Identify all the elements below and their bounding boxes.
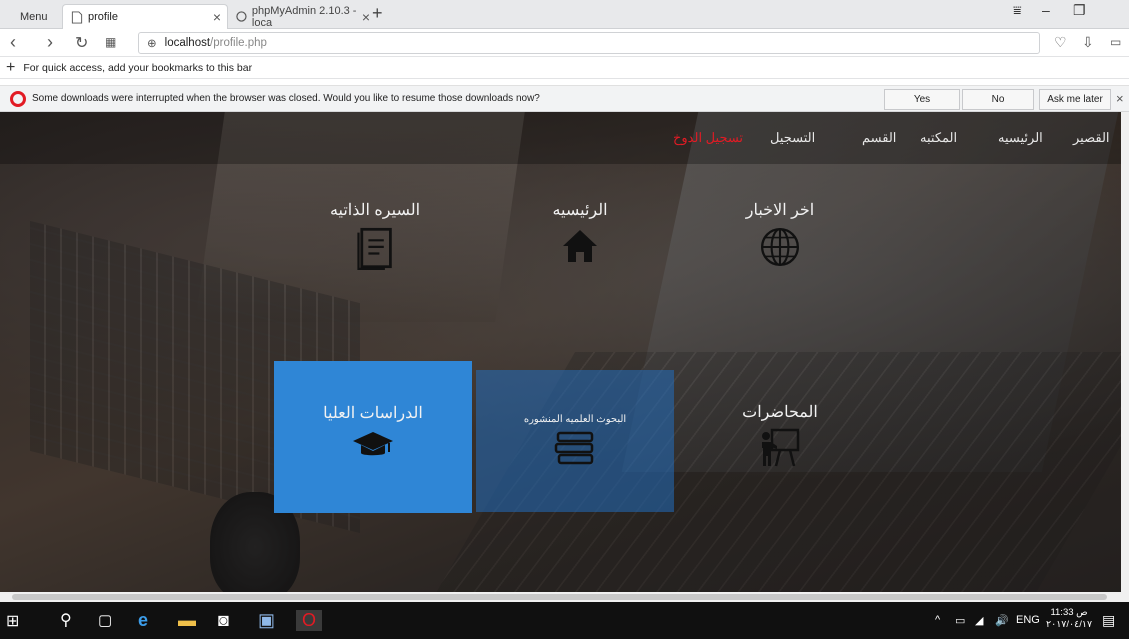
close-tab-icon[interactable]: ×: [362, 9, 370, 25]
vertical-scrollbar[interactable]: [1121, 112, 1129, 602]
edge-icon[interactable]: e: [138, 610, 148, 631]
web-page: القصير الرئيسيه المكتبه القسم التسجيل تس…: [0, 112, 1121, 592]
speed-dial-icon[interactable]: ▦: [105, 35, 116, 49]
tile-title: السيره الذاتيه: [329, 202, 421, 219]
store-icon[interactable]: ◙: [218, 610, 229, 631]
close-tab-icon[interactable]: ×: [213, 9, 221, 25]
heart-icon[interactable]: ♡: [1054, 34, 1067, 51]
photos-icon[interactable]: ▣: [258, 610, 275, 631]
notification-message: Some downloads were interrupted when the…: [32, 93, 540, 104]
clock-time: 11:33 ص: [1050, 607, 1088, 618]
site-navbar: القصير الرئيسيه المكتبه القسم التسجيل تس…: [0, 112, 1121, 164]
clock[interactable]: 11:33 ص ٢٠١٧/٠٤/١٧: [1046, 607, 1092, 631]
graduation-cap-icon: [353, 432, 393, 456]
tab-bar: Menu profile × phpMyAdmin 2.10.3 - loca …: [0, 0, 1129, 29]
menu-label: Menu: [20, 10, 48, 23]
forward-icon[interactable]: ›: [47, 32, 53, 53]
battery-tray-icon[interactable]: ▭: [955, 614, 965, 627]
nav-item-qusair[interactable]: القصير: [1073, 130, 1110, 146]
globe-icon: ⊕: [147, 38, 157, 50]
task-view-icon[interactable]: ▢: [98, 611, 112, 629]
tray-chevron-icon[interactable]: ^: [935, 614, 940, 626]
minimize-icon[interactable]: –: [1042, 2, 1050, 18]
network-icon[interactable]: ◢: [975, 614, 983, 627]
yes-button[interactable]: Yes: [884, 89, 960, 110]
volume-icon[interactable]: 🔊: [995, 614, 1009, 627]
tile-published-research[interactable]: البحوث العلميه المنشوره: [476, 370, 674, 512]
file-explorer-icon[interactable]: ▬: [178, 610, 196, 631]
tile-title: المحاضرات: [742, 404, 818, 421]
tab-profile[interactable]: profile ×: [62, 4, 228, 29]
address-bar: ‹ › ↻ ▦ ⊕ localhost /profile.php ♡ ⇩ ▭: [0, 29, 1129, 57]
tile-title: اخر الاخبار: [745, 202, 815, 219]
browser-menu-button[interactable]: Menu: [0, 4, 70, 29]
tile-title: الدراسات العليا: [323, 405, 423, 422]
windows-taskbar: ⊞ ⚲ ▢ e ▬ ◙ ▣ O ^ ▭ ◢ 🔊 ENG 11:33 ص ٢٠١٧…: [0, 602, 1129, 639]
add-bookmark-icon[interactable]: +: [6, 59, 15, 77]
opera-logo-icon: [10, 90, 26, 107]
url-field[interactable]: ⊕ localhost /profile.php: [138, 32, 1040, 54]
scrollbar-thumb[interactable]: [12, 594, 1107, 600]
tile-cv[interactable]: السيره الذاتيه: [300, 200, 450, 270]
no-button[interactable]: No: [962, 89, 1034, 110]
tab-title: profile: [88, 11, 118, 23]
tab-title: phpMyAdmin 2.10.3 - loca: [251, 4, 357, 29]
restore-icon[interactable]: ❐: [1073, 2, 1086, 19]
presentation-icon: [762, 428, 800, 467]
document-icon: [357, 227, 392, 270]
clock-date: ٢٠١٧/٠٤/١٧: [1046, 619, 1093, 630]
ask-later-button[interactable]: Ask me later: [1039, 89, 1111, 110]
nav-item-department[interactable]: القسم: [862, 130, 896, 146]
notifications-icon[interactable]: ▤: [1102, 612, 1115, 629]
tile-title: البحوث العلميه المنشوره: [523, 414, 627, 425]
battery-icon[interactable]: ▭: [1110, 35, 1121, 49]
tab-phpmyadmin[interactable]: phpMyAdmin 2.10.3 - loca ×: [228, 4, 370, 29]
back-icon[interactable]: ‹: [10, 32, 16, 53]
reload-icon[interactable]: ↻: [75, 33, 88, 53]
nav-item-register[interactable]: التسجيل: [770, 130, 815, 146]
nav-item-login[interactable]: تسجيل الدوخ: [673, 130, 743, 146]
download-icon[interactable]: ⇩: [1082, 34, 1094, 51]
home-icon: [563, 230, 597, 262]
bookmarks-hint: For quick access, add your bookmarks to …: [23, 61, 253, 74]
opera-taskbar-icon[interactable]: O: [296, 610, 323, 631]
url-path: /profile.php: [210, 37, 267, 49]
tile-home[interactable]: الرئيسيه: [520, 200, 640, 270]
loading-icon: [236, 11, 247, 22]
background-shade: [0, 112, 1121, 592]
globe-icon: [760, 227, 800, 267]
horizontal-scrollbar[interactable]: [0, 592, 1121, 602]
search-icon[interactable]: ⚲: [60, 610, 72, 630]
nav-item-library[interactable]: المكتبه: [920, 130, 957, 146]
language-indicator[interactable]: ENG: [1016, 614, 1040, 626]
windows-start-icon[interactable]: ⊞: [6, 611, 19, 631]
bookmarks-bar: + For quick access, add your bookmarks t…: [0, 57, 1129, 79]
close-notification-icon[interactable]: ×: [1116, 91, 1124, 106]
tile-lectures[interactable]: المحاضرات: [680, 370, 880, 512]
tile-title: الرئيسيه: [552, 202, 608, 219]
url-host: localhost: [164, 37, 211, 49]
books-icon: [554, 431, 594, 465]
tab-menu-icon[interactable]: ⩸: [1013, 2, 1022, 19]
tile-latest-news[interactable]: اخر الاخبار: [720, 200, 840, 270]
download-notification: Some downloads were interrupted when the…: [0, 85, 1129, 112]
new-tab-button[interactable]: +: [372, 3, 383, 24]
tile-graduate-studies[interactable]: الدراسات العليا: [274, 361, 472, 513]
page-icon: [71, 10, 83, 24]
nav-item-home[interactable]: الرئيسيه: [998, 130, 1043, 146]
